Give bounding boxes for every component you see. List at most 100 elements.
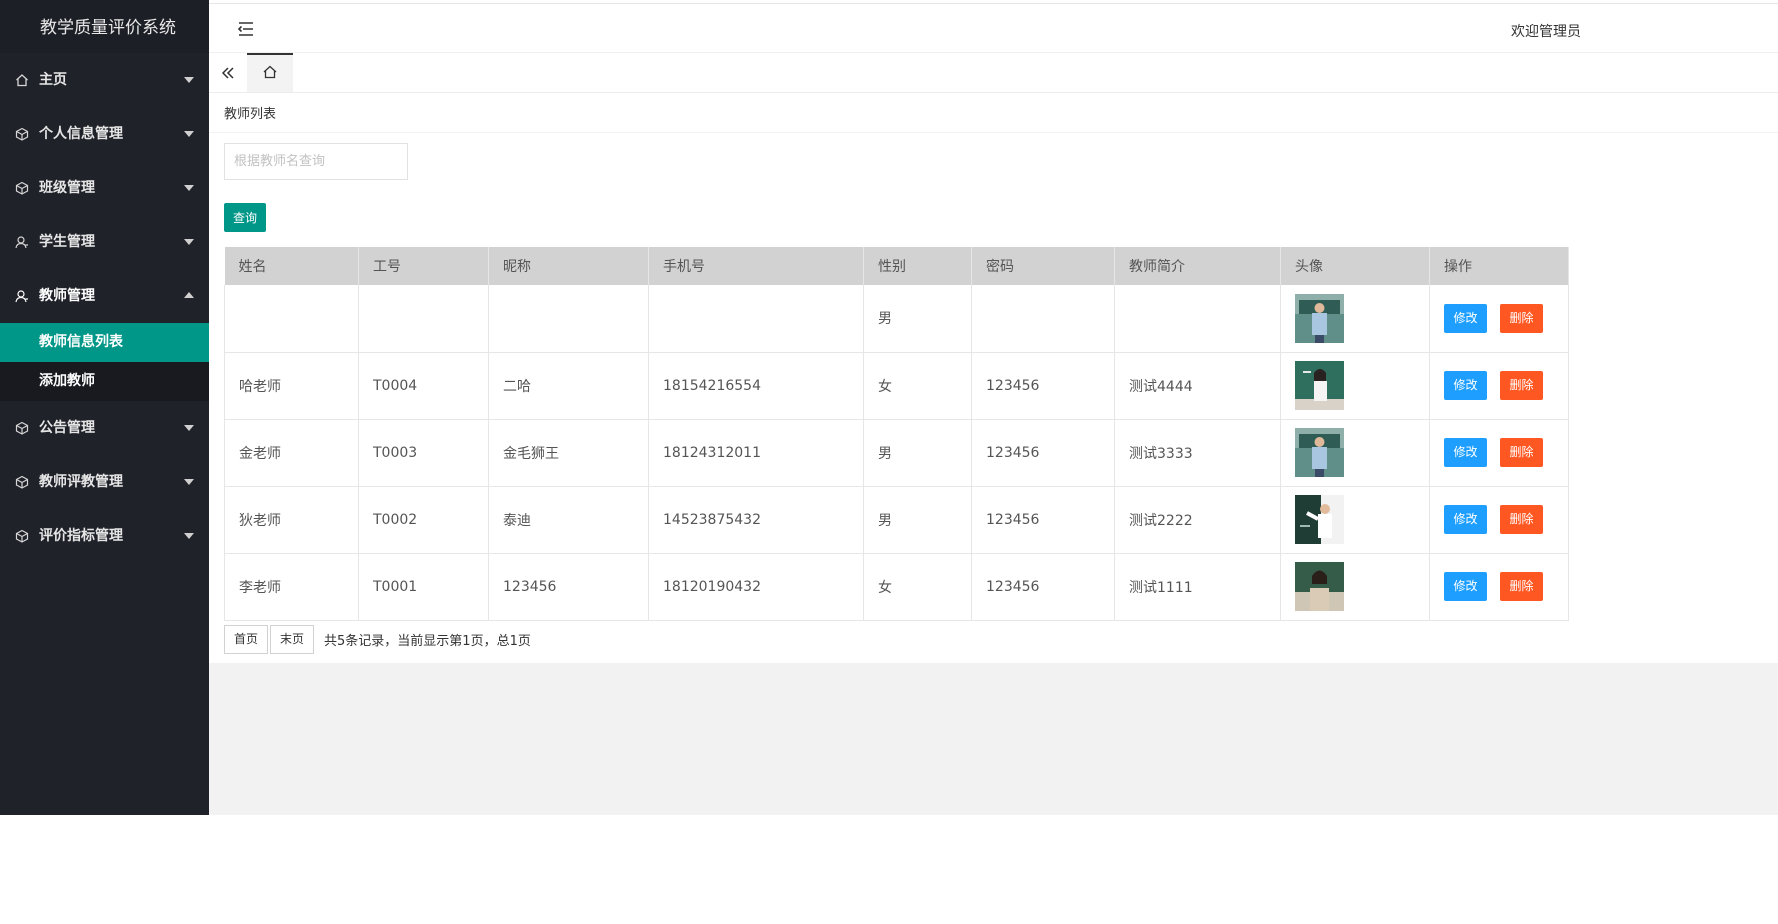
sidebar-item-indicator[interactable]: 评价指标管理 (0, 509, 209, 563)
sidebar-item-label: 个人信息管理 (39, 126, 123, 142)
table-cell-gender: 女 (863, 553, 972, 621)
sidebar-item-student[interactable]: 学生管理 (0, 215, 209, 269)
first-page-button[interactable]: 首页 (224, 625, 269, 654)
table-cell-nickname (488, 285, 649, 353)
avatar (1295, 562, 1344, 611)
table-cell-name (224, 285, 359, 353)
header: 欢迎管理员 (209, 3, 1778, 53)
sidebar-item-class[interactable]: 班级管理 (0, 161, 209, 215)
column-header: 教师简介 (1114, 247, 1281, 285)
table-cell-name: 狄老师 (224, 486, 359, 554)
table-cell-password: 123456 (971, 352, 1115, 420)
avatar (1295, 428, 1344, 477)
pagination-info: 共5条记录，当前显示第1页，总1页 (324, 634, 531, 649)
table-cell-avatar (1280, 419, 1430, 487)
app-title: 教学质量评价系统 (0, 0, 209, 53)
table-cell-gender: 男 (863, 486, 972, 554)
cube-icon (14, 455, 30, 509)
table-cell-actions: 修改 删除 (1429, 285, 1569, 353)
table-cell-actions: 修改 删除 (1429, 419, 1569, 487)
table-row: 男 修改 删除 (224, 285, 1569, 353)
table-cell-nickname: 123456 (488, 553, 649, 621)
sidebar: 教学质量评价系统 主页 个人信息管理 班级管理 学生管理 教师管理 教师信息列表… (0, 0, 209, 815)
table-cell-intro: 测试3333 (1114, 419, 1281, 487)
table-cell-nickname: 泰迪 (488, 486, 649, 554)
table-cell-intro: 测试2222 (1114, 486, 1281, 554)
sidebar-item-home[interactable]: 主页 (0, 53, 209, 107)
table-cell-actions: 修改 删除 (1429, 352, 1569, 420)
sidebar-item-evaluation[interactable]: 教师评教管理 (0, 455, 209, 509)
table-cell-password: 123456 (971, 419, 1115, 487)
table-cell-avatar (1280, 553, 1430, 621)
table-cell-avatar (1280, 352, 1430, 420)
sidebar-subitem-add-teacher[interactable]: 添加教师 (0, 362, 209, 401)
cube-icon (14, 107, 30, 161)
table-cell-id (358, 285, 489, 353)
chevron-down-icon (184, 239, 194, 245)
table-cell-avatar (1280, 486, 1430, 554)
table-cell-id: T0002 (358, 486, 489, 554)
last-page-button[interactable]: 末页 (270, 625, 315, 654)
chevron-down-icon (184, 425, 194, 431)
column-header: 头像 (1280, 247, 1430, 285)
chevron-up-icon (184, 292, 194, 298)
column-header: 姓名 (224, 247, 359, 285)
table-cell-actions: 修改 删除 (1429, 486, 1569, 554)
table-cell-gender: 女 (863, 352, 972, 420)
edit-button[interactable]: 修改 (1444, 371, 1487, 400)
user-icon (14, 215, 30, 269)
column-header: 密码 (971, 247, 1115, 285)
edit-button[interactable]: 修改 (1444, 572, 1487, 601)
cube-icon (14, 161, 30, 215)
pagination: 首页 末页 共5条记录，当前显示第1页，总1页 (224, 625, 531, 654)
delete-button[interactable]: 删除 (1500, 438, 1543, 467)
table-cell-nickname: 金毛狮王 (488, 419, 649, 487)
table-cell-avatar (1280, 285, 1430, 353)
cube-icon (14, 509, 30, 563)
table-cell-intro: 测试1111 (1114, 553, 1281, 621)
table-cell-phone: 18154216554 (648, 352, 864, 420)
delete-button[interactable]: 删除 (1500, 505, 1543, 534)
sidebar-item-teacher[interactable]: 教师管理 (0, 269, 209, 323)
edit-button[interactable]: 修改 (1444, 438, 1487, 467)
tab-home[interactable] (247, 53, 293, 92)
table-cell-phone: 14523875432 (648, 486, 864, 554)
table-cell-intro (1114, 285, 1281, 353)
edit-button[interactable]: 修改 (1444, 505, 1487, 534)
sidebar-item-label: 主页 (39, 72, 67, 88)
search-input[interactable] (224, 143, 408, 180)
sidebar-item-label: 教师评教管理 (39, 474, 123, 490)
welcome-text[interactable]: 欢迎管理员 (1511, 21, 1581, 41)
sidebar-item-label: 评价指标管理 (39, 528, 123, 544)
chevron-down-icon (184, 131, 194, 137)
menu-toggle-icon[interactable] (236, 19, 256, 39)
table-row: 狄老师 T0002 泰迪 14523875432 男 123456 测试2222 修改 删除 (224, 486, 1569, 554)
delete-button[interactable]: 删除 (1500, 572, 1543, 601)
table-row: 金老师 T0003 金毛狮王 18124312011 男 123456 测试3333 修改 删除 (224, 419, 1569, 487)
table-row: 李老师 T0001 123456 18120190432 女 123456 测试1111 修改… (224, 553, 1569, 621)
home-icon (262, 64, 278, 84)
table-header-row: 姓名 工号 昵称 手机号 性别 密码 教师简介 头像 操作 (224, 247, 1569, 285)
avatar (1295, 293, 1344, 343)
delete-button[interactable]: 删除 (1500, 371, 1543, 400)
sidebar-subitem-teacher-list[interactable]: 教师信息列表 (0, 323, 209, 362)
edit-button[interactable]: 修改 (1444, 303, 1487, 333)
table-row: 哈老师 T0004 二哈 18154216554 女 123456 测试4444 修改 删除 (224, 352, 1569, 420)
table-cell-id: T0003 (358, 419, 489, 487)
query-button[interactable]: 查询 (224, 203, 266, 232)
column-header: 工号 (358, 247, 489, 285)
sidebar-item-notice[interactable]: 公告管理 (0, 401, 209, 455)
column-header: 操作 (1429, 247, 1569, 285)
page-title: 教师列表 (224, 107, 277, 122)
table-cell-password (971, 285, 1115, 353)
double-chevron-left-icon[interactable] (209, 53, 247, 92)
table-cell-password: 123456 (971, 486, 1115, 554)
sidebar-item-profile[interactable]: 个人信息管理 (0, 107, 209, 161)
table-cell-id: T0004 (358, 352, 489, 420)
sidebar-item-label: 学生管理 (39, 234, 95, 250)
delete-button[interactable]: 删除 (1500, 303, 1543, 333)
table-cell-gender: 男 (863, 419, 972, 487)
table-cell-gender: 男 (863, 285, 972, 353)
table-cell-name: 金老师 (224, 419, 359, 487)
user-icon (14, 269, 30, 323)
